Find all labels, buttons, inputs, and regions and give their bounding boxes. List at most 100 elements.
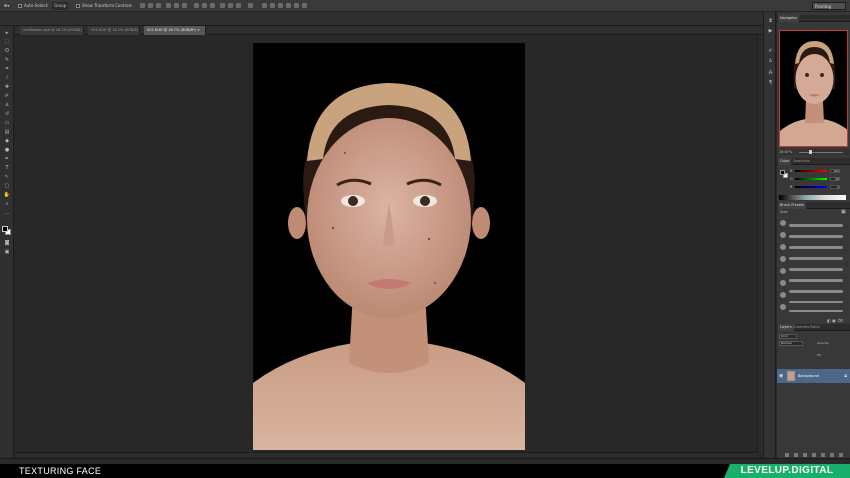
hand-tool-icon[interactable]: ✋ [3,192,11,198]
3d-slide-button[interactable] [294,3,299,8]
more-tools-icon[interactable]: … [3,210,11,216]
brush-stroke-preview[interactable] [789,268,843,271]
align-bottom-button[interactable] [156,3,161,8]
brush-preset-dot[interactable] [780,244,786,250]
brush-stroke-preview[interactable] [789,310,843,312]
navigator-thumbnail[interactable] [779,30,848,147]
tab-document-1[interactable]: untitleadoc.psd @ 16.7% (RGB/8) [20,26,84,35]
eye-icon[interactable]: ◉ [779,373,783,379]
foreground-color-swatch[interactable] [2,226,8,232]
adjustment-layer-icon[interactable] [812,453,816,457]
type-tool-icon[interactable]: T [3,165,11,171]
navigator-zoom-value[interactable]: 16.67% [779,149,792,155]
brush-stroke-preview[interactable] [789,301,843,303]
brush-preset-dot[interactable] [780,268,786,274]
brush-preset-dot[interactable] [780,292,786,298]
tab-document-2[interactable]: 001.M.tif @ 16.7% (RGB/8) [88,26,140,35]
path-select-tool-icon[interactable]: ↖ [3,174,11,180]
slider-track[interactable] [795,170,827,172]
paragraph-panel-icon[interactable]: ¶ [767,80,774,86]
layer-style-icon[interactable] [794,453,798,457]
brush-stroke-preview[interactable] [789,224,843,227]
auto-align-button[interactable] [248,3,253,8]
slider-track[interactable] [795,178,827,180]
brush-stroke-preview[interactable] [789,290,843,293]
crop-tool-icon[interactable]: ⌗ [3,66,11,72]
color-slider-b[interactable]: B 0 [790,185,840,189]
brush-preset-dot[interactable] [780,280,786,286]
brush-panel-icon[interactable]: ✐ [767,48,774,54]
eraser-tool-icon[interactable]: ▭ [3,120,11,126]
slider-value[interactable]: 0 [830,185,840,189]
character-panel-icon[interactable]: A [767,70,774,76]
color-slider-g[interactable]: G 96 [790,177,840,181]
screen-mode-icon[interactable]: ▣ [3,249,11,255]
pen-tool-icon[interactable]: ✒ [3,156,11,162]
healing-brush-tool-icon[interactable]: ✚ [3,84,11,90]
history-brush-tool-icon[interactable]: ↺ [3,111,11,117]
new-group-icon[interactable] [821,453,825,457]
marquee-tool-icon[interactable]: ⬚ [3,39,11,45]
document-image[interactable] [253,43,525,450]
tab-swatches[interactable]: Swatches [791,158,812,165]
blend-mode-dropdown[interactable]: Normal [779,341,803,346]
auto-select-checkbox[interactable] [18,4,22,8]
align-right-button[interactable] [182,3,187,8]
brush-preset-dot[interactable] [780,232,786,238]
distribute-top-button[interactable] [194,3,199,8]
brush-preset-dot[interactable] [780,304,786,310]
distribute-bottom-button[interactable] [210,3,215,8]
dodge-tool-icon[interactable]: ● [3,147,11,153]
tab-brush-presets[interactable]: Brush Presets [778,202,806,209]
workspace-dropdown[interactable]: Painting [812,2,846,10]
align-top-button[interactable] [140,3,145,8]
blur-tool-icon[interactable]: ◆ [3,138,11,144]
zoom-tool-icon[interactable]: ⌕ [3,201,11,207]
3d-pan-button[interactable] [286,3,291,8]
brush-stroke-preview[interactable] [789,257,843,260]
brush-stroke-preview[interactable] [789,246,843,249]
add-mask-icon[interactable] [803,453,807,457]
brush-stroke-preview[interactable] [789,235,843,238]
3d-roll-button[interactable] [278,3,283,8]
move-tool-icon[interactable]: ▸ [3,30,11,36]
quick-mask-icon[interactable]: ◙ [3,240,11,246]
auto-select-dropdown[interactable]: Group [52,2,69,10]
clone-source-icon[interactable]: ♙ [767,58,774,64]
delete-layer-icon[interactable] [839,453,843,457]
quick-select-tool-icon[interactable]: ✎ [3,57,11,63]
slider-value[interactable]: 96 [830,177,840,181]
brush-preset-dot[interactable] [780,220,786,226]
eyedropper-tool-icon[interactable]: ⁄ [3,75,11,81]
navigator-zoom-handle[interactable] [809,150,812,154]
navigator-zoom-slider[interactable] [799,151,843,153]
3d-scale-button[interactable] [302,3,307,8]
align-left-button[interactable] [166,3,171,8]
brush-stroke-preview[interactable] [789,279,843,282]
3d-rotate-button[interactable] [270,3,275,8]
tab-color[interactable]: Color [778,158,792,165]
slider-track[interactable] [795,186,827,188]
brush-panel-footer-icons[interactable]: ◧ ▣ ⌫ [827,318,843,323]
show-transform-checkbox[interactable] [76,4,80,8]
distribute-hcenter-button[interactable] [228,3,233,8]
layer-name[interactable]: Background [798,369,819,383]
new-layer-icon[interactable] [830,453,834,457]
brush-preset-dot[interactable] [780,256,786,262]
tab-paths[interactable]: Paths [808,324,822,331]
history-panel-icon[interactable]: ⧗ [767,18,774,24]
color-panel-foreground[interactable] [780,170,785,175]
layer-kind-filter[interactable]: Kind [779,334,797,339]
layer-row-background[interactable]: ◉ Background 🔒︎ [777,369,850,383]
link-layers-icon[interactable] [785,453,789,457]
color-spectrum-ramp[interactable] [779,195,846,200]
shape-tool-icon[interactable]: ▢ [3,183,11,189]
move-tool-icon[interactable]: ✥▾ [4,2,9,10]
brush-tool-icon[interactable]: ✐ [3,93,11,99]
3d-mode-button[interactable] [262,3,267,8]
lasso-tool-icon[interactable]: ʘ [3,48,11,54]
tab-navigator[interactable]: Navigator [778,15,800,22]
distribute-left-button[interactable] [220,3,225,8]
color-slider-r[interactable]: R 160 [790,169,840,173]
slider-value[interactable]: 160 [830,169,840,173]
